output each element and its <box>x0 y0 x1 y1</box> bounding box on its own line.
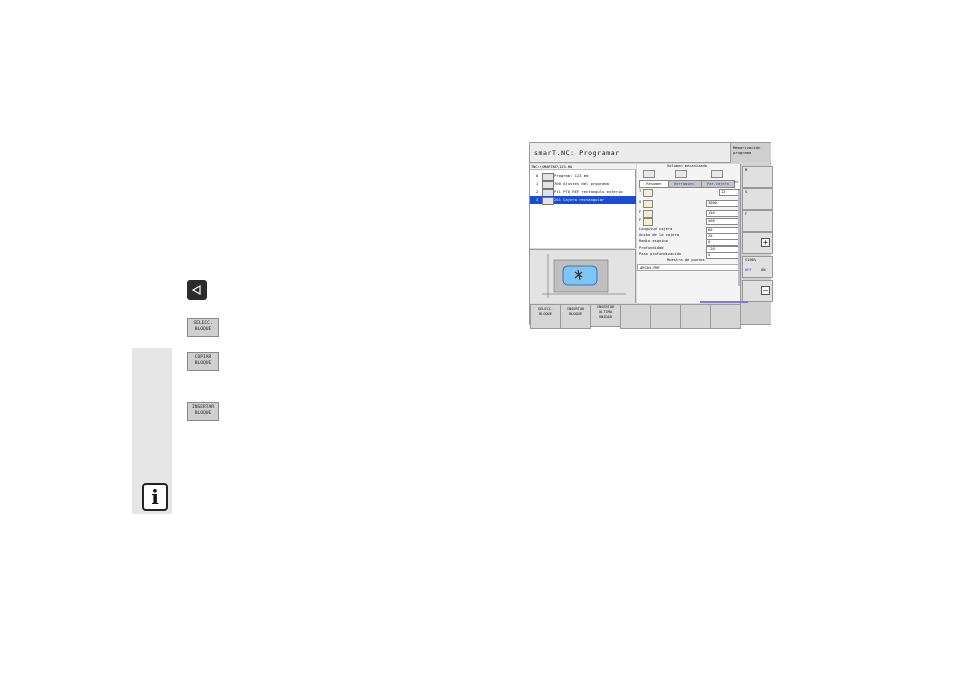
graphic-preview <box>530 249 636 303</box>
tree-item[interactable]: 1 700 Ajustes del programa <box>530 180 636 189</box>
on-label: ON <box>761 268 766 272</box>
off-label: OFF <box>745 268 752 272</box>
s-key-label: S <box>745 190 748 194</box>
spindle-override-label: S100% <box>745 258 757 262</box>
triangle-left-icon <box>192 285 201 295</box>
softkey-line: BLOQUE <box>569 312 582 316</box>
parameter-form: Volumen mecanizado Resumen Herramien. Pa… <box>637 164 743 303</box>
cnc-screen: smarT.NC: Programar Memorización program… <box>529 142 773 329</box>
insert-block-key[interactable]: INSERTAR BLOQUE <box>187 402 219 421</box>
select-block-key[interactable]: SELECC. BLOQUE <box>187 318 219 337</box>
softkey-empty[interactable] <box>710 304 741 329</box>
form-heading: Volumen mecanizado <box>667 164 707 168</box>
softkey-insert-last-unit[interactable]: INSERTAR ULTIMA UNIDAD <box>590 304 621 327</box>
spindle-label: S <box>639 200 642 204</box>
machining-volume-option-2[interactable] <box>675 170 687 178</box>
spindle-icon <box>643 200 653 208</box>
mode-line2: programa <box>733 150 752 155</box>
feed-mill-label: F <box>639 218 642 222</box>
m-key-label: M <box>745 168 748 172</box>
tab-par-cajera[interactable]: Par.cajera <box>701 180 735 188</box>
copy-block-key[interactable]: COPIAR BLOQUE <box>187 352 219 371</box>
pattern-field[interactable]: ARC04.PNT <box>637 264 740 271</box>
softkey-empty[interactable] <box>680 304 711 329</box>
tree-item-number: 3 <box>536 197 539 202</box>
pocket-icon <box>542 197 554 205</box>
mode-indicator: Memorización programa <box>730 143 771 163</box>
param-label: Ancho de la cajera <box>639 233 679 237</box>
f-key-label: F <box>745 212 748 216</box>
progress-indicator <box>700 301 748 303</box>
right-softkey-panel: M S F + S100% OFF ON – <box>740 164 773 324</box>
softkey-line: UNIDAD <box>599 315 612 319</box>
feed-mill-icon <box>643 218 653 226</box>
feed-plunge-label: F <box>639 210 642 214</box>
select-block-key-line2: BLOQUE <box>194 327 212 332</box>
tool-icon <box>643 189 653 197</box>
tree-item-label: 251 Cajera rectangular <box>554 197 605 202</box>
tree-item-label: 700 Ajustes del programa <box>554 181 609 186</box>
minus-icon: – <box>761 286 770 295</box>
s-minus-key[interactable]: – <box>742 280 773 302</box>
tree-item[interactable]: 0 Program: 123 mm <box>530 172 636 181</box>
info-icon: i <box>142 483 168 511</box>
pocket-preview-graphic <box>542 254 626 298</box>
tree-item-number: 0 <box>536 173 539 178</box>
machining-volume-option-1[interactable] <box>643 170 655 178</box>
param-label: Profundidad <box>639 246 664 250</box>
copy-block-key-line2: BLOQUE <box>194 361 212 366</box>
insert-block-key-line2: BLOQUE <box>194 411 212 416</box>
param-label: Paso profundización <box>639 252 682 256</box>
softkey-empty[interactable] <box>650 304 681 329</box>
tab-herramien[interactable]: Herramien. <box>668 180 702 188</box>
tool-label: T <box>639 189 642 193</box>
tab-more[interactable]: >> <box>734 180 738 185</box>
tree-item-selected[interactable]: 3 251 Cajera rectangular <box>530 196 636 205</box>
feed-plunge-icon <box>643 210 653 218</box>
param-label: Longitud cajera <box>639 227 673 231</box>
spindle-override-key[interactable]: S100% OFF ON <box>742 256 773 278</box>
tab-resumen[interactable]: Resumen <box>639 180 669 188</box>
tree-item-number: 1 <box>536 181 539 186</box>
plus-icon: + <box>761 238 770 247</box>
softkey-empty[interactable] <box>620 304 651 329</box>
back-arrow-key[interactable] <box>187 280 207 300</box>
softkey-insert-block[interactable]: INSERTAR BLOQUE <box>560 304 591 329</box>
softkey-line: BLOQUE <box>539 312 552 316</box>
tree-item[interactable]: 2 Pll PTO REF rectangulo exterio <box>530 188 636 197</box>
machining-volume-option-3[interactable] <box>711 170 723 178</box>
program-tree: 0 Program: 123 mm 1 700 Ajustes del prog… <box>530 170 636 248</box>
s-plus-key[interactable]: + <box>742 232 773 254</box>
m-function-key[interactable]: M <box>742 166 773 188</box>
s-key[interactable]: S <box>742 188 773 210</box>
param-label: Radio esquina <box>639 239 668 243</box>
bottom-softkey-bar: SELECC. BLOQUE INSERTAR BLOQUE INSERTAR … <box>530 304 741 329</box>
screen-title: smarT.NC: Programar <box>530 143 730 163</box>
tree-item-label: Pll PTO REF rectangulo exterio <box>554 189 623 194</box>
tree-item-number: 2 <box>536 189 539 194</box>
pattern-heading: Muestra de puntos <box>667 258 705 262</box>
f-key[interactable]: F <box>742 210 773 232</box>
softkey-select-block[interactable]: SELECC. BLOQUE <box>530 304 561 329</box>
tree-item-label: Program: 123 mm <box>554 173 589 178</box>
